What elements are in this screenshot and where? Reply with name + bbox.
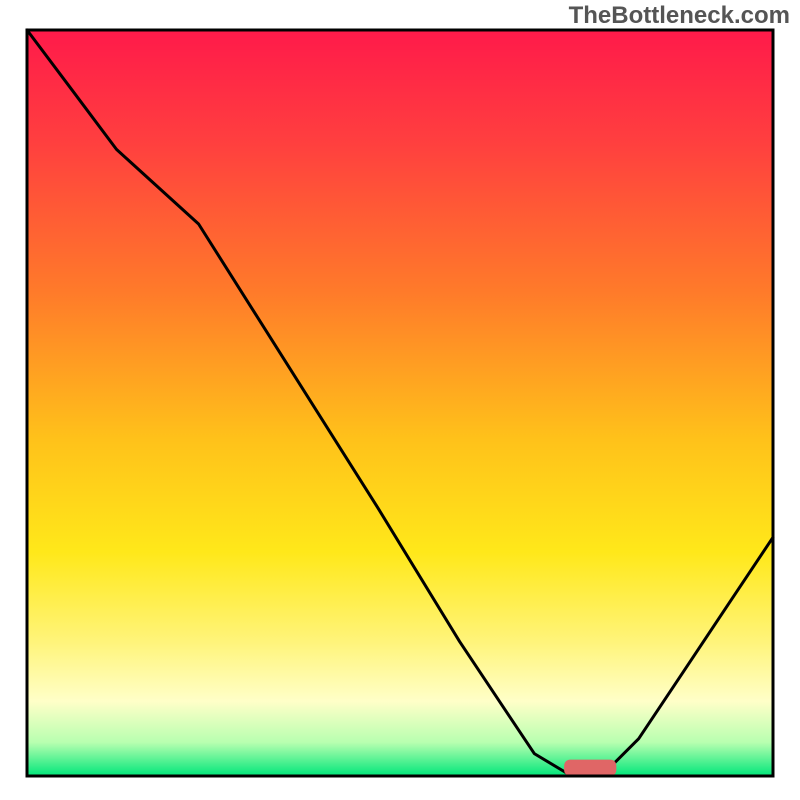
bottleneck-chart <box>0 0 800 800</box>
plot-background <box>27 30 773 776</box>
watermark-text: TheBottleneck.com <box>569 2 790 30</box>
chart-container: TheBottleneck.com <box>0 0 800 800</box>
optimal-zone-marker <box>564 760 616 776</box>
